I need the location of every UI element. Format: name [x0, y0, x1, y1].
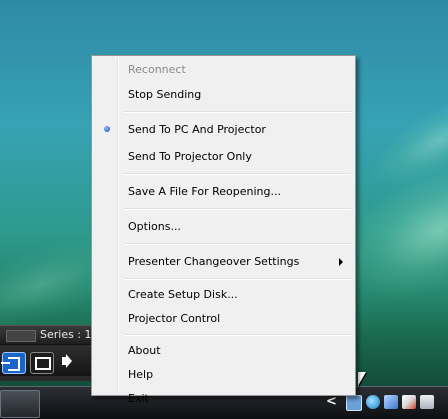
menu-separator — [124, 243, 351, 245]
menu-item-reconnect: Reconnect — [94, 59, 353, 81]
menu-item-label: Send To PC And Projector — [128, 123, 266, 136]
volume-button[interactable] — [58, 352, 80, 372]
menu-separator — [124, 334, 351, 336]
printer-icon[interactable] — [420, 395, 434, 409]
menu-item-label: Create Setup Disk... — [128, 288, 238, 301]
menu-item-send-to-projector-only[interactable]: Send To Projector Only — [94, 143, 353, 170]
menu-item-projector-control[interactable]: Projector Control — [94, 307, 353, 331]
menu-separator — [124, 278, 351, 280]
menu-separator — [124, 173, 351, 175]
series-bar: Series : 1 — [0, 326, 100, 345]
menu-separator — [124, 208, 351, 210]
projector-app-toolbar: Series : 1 — [0, 325, 100, 381]
screen-button[interactable] — [30, 352, 54, 374]
menu-item-save-a-file-for-reopening[interactable]: Save A File For Reopening... — [94, 178, 353, 205]
menu-item-label: Options... — [128, 220, 181, 233]
tool-button-row — [0, 346, 100, 376]
input-source-button[interactable] — [1, 352, 26, 374]
menu-item-about[interactable]: About — [94, 339, 353, 363]
menu-item-label: Send To Projector Only — [128, 150, 252, 163]
menu-item-help[interactable]: Help — [94, 363, 353, 387]
menu-item-label: Reconnect — [128, 63, 186, 76]
mouse-cursor-icon — [358, 372, 366, 386]
menu-item-label: Projector Control — [128, 312, 221, 325]
menu-item-stop-sending[interactable]: Stop Sending — [94, 81, 353, 108]
menu-separator — [124, 111, 351, 113]
menu-item-options[interactable]: Options... — [94, 213, 353, 240]
speaker-icon — [62, 357, 67, 365]
display-icon[interactable] — [384, 395, 398, 409]
menu-item-label: Save A File For Reopening... — [128, 185, 281, 198]
pen-icon[interactable] — [402, 395, 416, 409]
screen-icon — [35, 357, 51, 370]
series-chip — [6, 330, 36, 342]
menu-item-label: Presenter Changeover Settings — [128, 255, 300, 268]
radio-bullet-icon — [104, 126, 110, 132]
menu-item-label: Help — [128, 368, 154, 381]
menu-item-label: Exit — [128, 392, 149, 405]
menu-item-presenter-changeover-settings[interactable]: Presenter Changeover Settings — [94, 248, 353, 275]
submenu-arrow-icon — [339, 258, 343, 266]
menu-item-exit[interactable]: Exit — [94, 387, 353, 411]
bluetooth-icon[interactable] — [366, 395, 380, 409]
series-label: Series : 1 — [40, 328, 92, 341]
menu-item-label: Stop Sending — [128, 88, 202, 101]
menu-item-label: About — [128, 344, 161, 357]
input-icon — [1, 357, 20, 371]
tray-context-menu: Reconnect Stop Sending Send To PC And Proj… — [91, 55, 356, 405]
menu-item-send-to-pc-and-projector[interactable]: Send To PC And Projector — [94, 116, 353, 143]
menu-item-create-setup-disk[interactable]: Create Setup Disk... — [94, 283, 353, 307]
taskbar-button[interactable] — [0, 390, 40, 418]
